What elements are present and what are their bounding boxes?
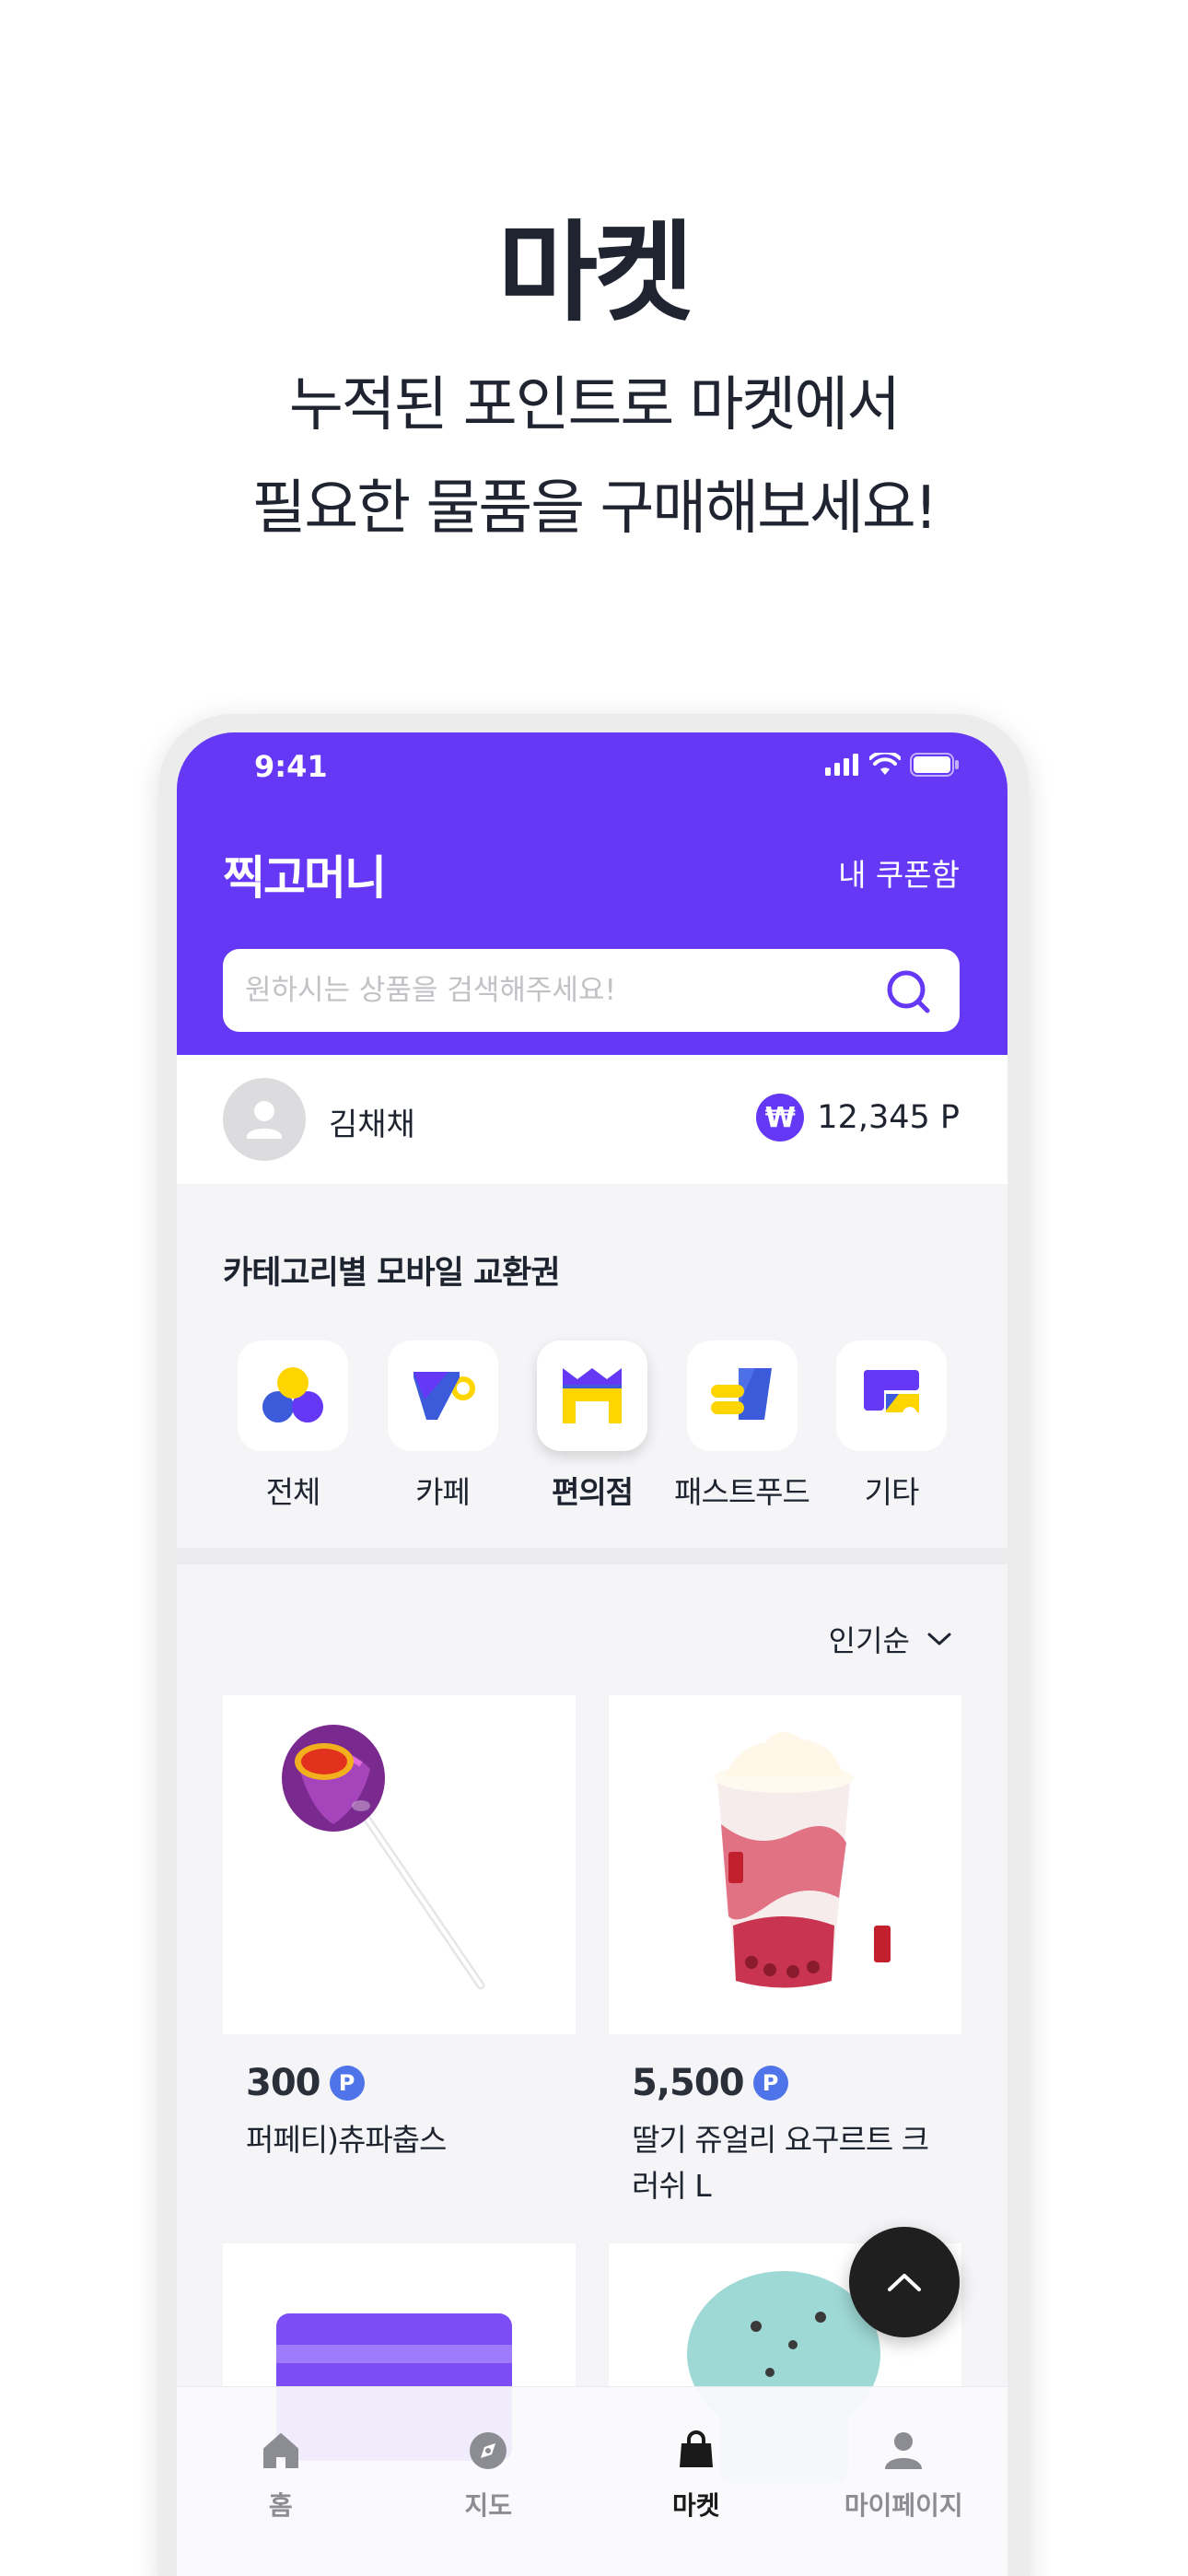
wifi-icon	[869, 753, 901, 775]
search-icon[interactable]	[884, 967, 932, 1015]
category-item-all[interactable]: 전체	[223, 1341, 363, 1512]
search-box	[223, 949, 960, 1032]
home-icon	[262, 2433, 298, 2468]
tab-market[interactable]: 마켓	[592, 2387, 800, 2576]
app-header: 9:41 찍고머니 내 쿠폰함	[177, 732, 1007, 1055]
user-name: 김채채	[329, 1107, 415, 1143]
shopping-bag-icon	[679, 2430, 713, 2467]
category-item-fastfood[interactable]: 패스트푸드	[672, 1341, 812, 1512]
cafe-icon	[413, 1372, 475, 1420]
avatar[interactable]	[223, 1078, 306, 1161]
product-image-yogurt-crush	[609, 1695, 961, 2034]
category-tile	[836, 1341, 947, 1451]
signal-icon	[825, 754, 858, 776]
tab-map[interactable]: 지도	[385, 2387, 593, 2576]
search-input[interactable]	[245, 949, 871, 1032]
product-name: 퍼페티)츄파춥스	[246, 2122, 447, 2158]
chevron-up-icon	[888, 2274, 921, 2291]
category-label: 편의점	[551, 1474, 634, 1510]
promo-title: 마켓	[497, 209, 693, 336]
app-brand: 찍고머니	[223, 851, 387, 905]
person-icon	[885, 2432, 923, 2469]
app-screen: 9:41 찍고머니 내 쿠폰함 원하시는 상품을 검색해주세요! 김채채 ₩ 1…	[177, 732, 1007, 2576]
category-item-convenience-store[interactable]: 편의점	[522, 1341, 662, 1512]
product-price: 5,500 P	[632, 2062, 961, 2104]
user-bar: 김채채 ₩ 12,345 P	[177, 1055, 1007, 1184]
person-icon	[247, 1101, 282, 1139]
product-name: 딸기 쥬얼리 요구르트 크러쉬 L	[632, 2122, 929, 2204]
category-label: 기타	[864, 1474, 920, 1510]
convenience-store-icon	[563, 1368, 622, 1423]
lollipop-image	[282, 1725, 485, 1990]
product-card[interactable]: 5,500 P 딸기 쥬얼리 요구르트 크러쉬 L	[609, 1695, 961, 2209]
category-label: 패스트푸드	[674, 1474, 810, 1510]
fastfood-icon	[710, 1368, 772, 1420]
category-tile	[537, 1341, 647, 1451]
category-tile	[238, 1341, 348, 1451]
points-balance[interactable]: ₩ 12,345 P	[756, 1094, 960, 1142]
tab-mypage[interactable]: 마이페이지	[800, 2387, 1008, 2576]
category-tile	[686, 1341, 798, 1451]
point-badge-icon: P	[752, 2066, 788, 2101]
price-value: 5,500	[632, 2062, 745, 2104]
chevron-down-icon	[927, 1633, 951, 1645]
won-coin-icon: ₩	[756, 1094, 805, 1142]
category-title: 카테고리별 모바일 교환권	[223, 1255, 561, 1292]
map-compass-icon	[470, 2432, 507, 2469]
tab-label: 마켓	[671, 2490, 720, 2521]
category-list: 전체 카페 편의점 패스트푸드 기타	[223, 1341, 961, 1512]
tab-label: 마이페이지	[844, 2490, 963, 2521]
promo-subtitle-line2: 필요한 물품을 구매해보세요!	[251, 474, 938, 543]
tab-home[interactable]: 홈	[177, 2387, 385, 2576]
section-divider	[177, 1548, 1007, 1564]
point-badge-icon: P	[329, 2066, 365, 2101]
category-item-etc[interactable]: 기타	[821, 1341, 961, 1512]
status-icons	[825, 753, 960, 777]
category-label: 전체	[265, 1474, 321, 1510]
product-image-lollipop	[223, 1695, 576, 2034]
promo-subtitle-line1: 누적된 포인트로 마켓에서	[288, 371, 901, 439]
tab-label: 홈	[268, 2490, 293, 2521]
tab-label: 지도	[464, 2490, 513, 2521]
category-tile	[387, 1341, 498, 1451]
sort-dropdown[interactable]: 인기순	[829, 1618, 952, 1660]
points-value: 12,345 P	[817, 1099, 960, 1136]
category-label: 카페	[415, 1474, 471, 1510]
product-price: 300 P	[246, 2062, 576, 2104]
all-icon	[262, 1367, 323, 1423]
yogurt-drink-image	[714, 1731, 891, 1988]
price-value: 300	[246, 2062, 320, 2104]
battery-icon	[910, 753, 959, 777]
scroll-to-top-button[interactable]	[849, 2227, 960, 2337]
category-item-cafe[interactable]: 카페	[373, 1341, 513, 1512]
status-time: 9:41	[254, 749, 328, 784]
my-coupon-link[interactable]: 내 쿠폰함	[838, 850, 960, 895]
sort-selected: 인기순	[828, 1623, 910, 1658]
category-section: 카테고리별 모바일 교환권 전체 카페 편의점 패스트푸드 기타	[177, 1184, 1007, 1548]
bottom-tab-bar: 홈 지도 마켓 마이페이지	[177, 2386, 1007, 2576]
product-card[interactable]: 300 P 퍼페티)츄파춥스	[223, 1695, 576, 2163]
etc-icon	[864, 1370, 919, 1422]
